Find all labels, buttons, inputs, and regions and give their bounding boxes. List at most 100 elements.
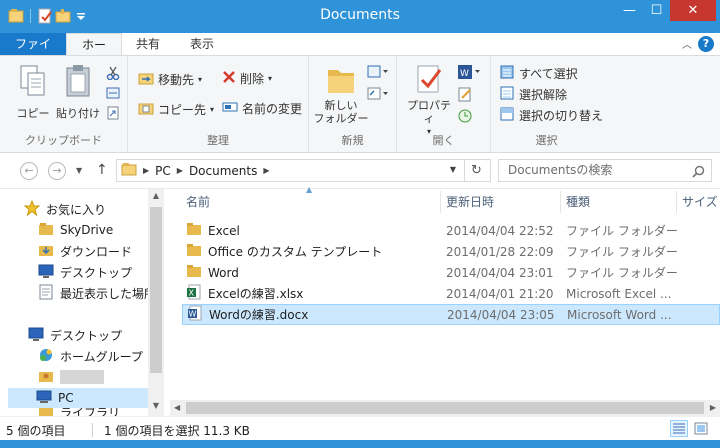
folder-icon [38,221,54,240]
breadcrumb-separator-icon[interactable]: ▶ [263,166,269,175]
file-row[interactable]: Word 2014/04/04 23:01 ファイル フォルダー [182,262,720,283]
navigation-scrollbar[interactable]: ▲ ▼ [148,189,164,416]
nav-item-recent-places[interactable]: 最近表示した場所 [38,283,156,303]
column-header-type[interactable]: 種類 [566,193,590,210]
refresh-icon[interactable]: ↻ [464,160,488,181]
up-button[interactable]: ↑ [96,162,108,178]
tab-home[interactable]: ホーム [66,33,122,74]
move-to-label: 移動先 [158,73,195,87]
move-to-button[interactable]: 移動先 ▾ [138,70,202,89]
file-type: ファイル フォルダー [566,224,678,238]
close-button[interactable]: ✕ [670,0,716,21]
open-with-word-icon[interactable]: W [457,64,481,83]
invert-selection-label: 選択の切り替え [519,109,604,123]
new-item-icon[interactable] [367,64,389,83]
file-modified: 2014/04/04 22:52 [446,223,554,238]
copy-button[interactable]: コピー [14,64,52,120]
edit-icon[interactable] [457,86,473,105]
column-header-modified[interactable]: 更新日時 [446,193,494,210]
address-dropdown-icon[interactable]: ▼ [450,165,456,174]
file-row[interactable]: Office のカスタム テンプレート 2014/01/28 22:09 ファイ… [182,241,720,262]
file-name: Word [208,265,239,280]
nav-item-skydrive[interactable]: SkyDrive [38,220,113,240]
file-name: Office のカスタム テンプレート [208,245,383,259]
breadcrumb-separator-icon[interactable]: ▶ [143,166,149,175]
nav-item-label: ライブラリ [60,408,121,416]
large-icons-view-icon[interactable] [692,420,710,437]
nav-item-desktop-fav[interactable]: デスクトップ [38,262,132,282]
word-file-icon: W [187,305,203,324]
invert-selection-icon [499,106,515,125]
svg-text:W: W [460,69,469,79]
select-all-icon [499,64,515,83]
copy-icon [18,64,48,101]
column-header-size[interactable]: サイズ [682,193,718,210]
nav-item-desktop[interactable]: デスクトップ [28,325,122,345]
help-icon[interactable]: ? [698,36,714,52]
maximize-button[interactable]: ☐ [643,0,670,21]
copy-to-button[interactable]: コピー先 ▾ [138,100,214,119]
file-row[interactable]: X Excelの練習.xlsx 2014/04/01 21:20 Microso… [182,283,720,304]
nav-item-pc[interactable]: PC [8,388,148,408]
explorer-window: Documents — ☐ ✕ ファイル ホーム 共有 表示 ︿ ? コピー [0,0,720,448]
tab-share[interactable]: 共有 [126,33,170,55]
new-folder-button[interactable]: 新しい フォルダー [313,62,369,125]
breadcrumb-pc[interactable]: PC [155,164,171,178]
move-to-icon [138,70,154,89]
folder-icon [186,264,202,281]
back-button[interactable]: ← [20,162,38,180]
tab-file[interactable]: ファイル [0,33,66,73]
delete-button[interactable]: 削除 ▾ [222,70,272,87]
scroll-down-arrow-icon[interactable]: ▼ [148,401,164,410]
nav-item-label: PC [58,391,74,405]
column-header-name[interactable]: 名前 [186,193,210,210]
scroll-right-arrow-icon[interactable]: ▶ [710,400,716,416]
item-count: 5 個の項目 [6,424,66,438]
file-type: Microsoft Word ... [567,307,672,322]
properties-button[interactable]: プロパティ ▾ [403,62,455,138]
select-none-button[interactable]: 選択解除 [499,85,567,104]
breadcrumb-documents[interactable]: Documents [189,164,257,178]
folder-icon [121,162,137,179]
new-folder-label-2: フォルダー [313,112,369,125]
nav-item-favorites[interactable]: お気に入り [23,199,106,219]
scroll-up-arrow-icon[interactable]: ▲ [148,191,164,200]
nav-item-downloads[interactable]: ダウンロード [38,241,132,261]
search-input[interactable]: Documentsの検索 [498,159,712,182]
address-bar[interactable]: ▶ PC ▶ Documents ▶ ▼ ↻ [116,159,491,182]
cut-icon[interactable] [106,66,120,83]
scrollbar-thumb[interactable] [186,402,704,414]
horizontal-scrollbar[interactable]: ◀ ▶ [170,400,720,416]
collapse-ribbon-icon[interactable]: ︿ [682,36,692,51]
nav-item-library[interactable]: ライブラリ [38,408,120,416]
minimize-button[interactable]: — [616,0,643,21]
file-row[interactable]: Excel 2014/04/04 22:52 ファイル フォルダー [182,220,720,241]
scroll-left-arrow-icon[interactable]: ◀ [174,400,180,416]
nav-item-label: ダウンロード [60,244,133,259]
address-row: ← → ▼ ↑ ▶ PC ▶ Documents ▶ ▼ ↻ Documents… [0,153,720,189]
file-row-selected[interactable]: W Wordの練習.docx 2014/04/04 23:05 Microsof… [182,304,720,325]
invert-selection-button[interactable]: 選択の切り替え [499,106,603,125]
nav-item-homegroup[interactable]: ホームグループ [38,346,143,366]
rename-button[interactable]: 名前の変更 [222,100,302,117]
history-icon[interactable] [457,108,473,127]
file-modified: 2014/04/01 21:20 [446,286,554,301]
details-view-icon[interactable] [670,420,688,437]
easy-access-icon[interactable] [367,86,389,105]
paste-shortcut-icon[interactable] [106,106,120,123]
scrollbar-thumb[interactable] [150,207,162,373]
paste-button[interactable]: 貼り付け [54,64,102,120]
nav-item-user[interactable] [38,367,104,387]
select-all-button[interactable]: すべて選択 [499,64,578,83]
search-icon[interactable] [692,164,705,185]
ribbon: コピー 貼り付け クリップボード 移動先 ▾ コピー先 ▾ 削除 ▾ 名前の変更… [0,55,720,153]
recent-locations-icon[interactable]: ▼ [76,166,82,175]
breadcrumb-separator-icon[interactable]: ▶ [177,166,183,175]
tab-view[interactable]: 表示 [180,33,224,55]
svg-text:W: W [189,310,197,319]
select-none-icon [499,85,515,104]
new-group-label: 新規 [341,134,364,147]
copy-path-icon[interactable] [106,86,120,103]
forward-button[interactable]: → [48,162,66,180]
recent-places-icon [38,284,54,303]
